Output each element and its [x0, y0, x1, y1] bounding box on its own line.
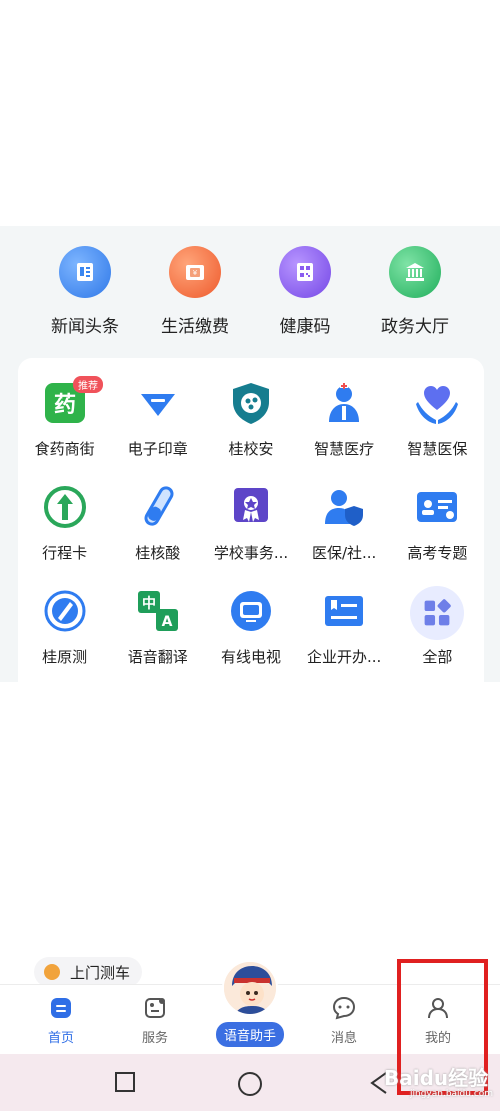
tab-messages-label: 消息 [330, 1031, 357, 1046]
school-shield-icon [226, 378, 276, 428]
quick-health-code-label: 健康码 [279, 317, 331, 337]
service-label: 语音翻译 [127, 648, 188, 666]
floating-tag-label: 上门测车 [70, 963, 131, 982]
service-school-safety[interactable]: 桂校安 [204, 378, 297, 482]
service-nucleic-test[interactable]: 桂核酸 [111, 482, 204, 586]
service-social-insurance[interactable]: 医保/社... [298, 482, 391, 586]
service-grid: 药 推荐 食药商街 电子印章 桂校安 智慧医疗 智慧医保 行程卡 桂核酸 学校事… [18, 376, 484, 690]
service-voice-translate[interactable]: 中A 语音翻译 [111, 586, 204, 690]
tab-service[interactable]: 服务 [115, 995, 195, 1046]
enterprise-icon [319, 586, 369, 636]
measure-icon [40, 586, 90, 636]
voice-assistant-button[interactable]: 语音助手 [211, 960, 289, 1050]
chat-bubble-icon [332, 996, 356, 1020]
quick-life-payment[interactable]: ¥ 生活缴费 [140, 246, 250, 346]
recent-apps-icon[interactable] [114, 1071, 136, 1093]
qrcode-icon [279, 246, 331, 298]
service-trip-card[interactable]: 行程卡 [18, 482, 111, 586]
service-e-seal[interactable]: 电子印章 [111, 378, 204, 482]
service-label: 学校事务... [213, 544, 289, 562]
assistant-character-icon [224, 962, 276, 1014]
news-icon [59, 246, 111, 298]
seal-icon [133, 378, 183, 428]
quick-access-row: 新闻头条 ¥ 生活缴费 健康码 政务大厅 [0, 246, 500, 346]
service-cable-tv[interactable]: 有线电视 [204, 586, 297, 690]
quick-news-label: 新闻头条 [51, 317, 119, 337]
school-badge-icon [226, 482, 276, 532]
service-measure[interactable]: 桂原测 [18, 586, 111, 690]
home-icon [51, 998, 71, 1018]
svg-text:药: 药 [54, 393, 76, 418]
quick-health-code[interactable]: 健康码 [250, 246, 360, 346]
service-school-affairs[interactable]: 学校事务... [204, 482, 297, 586]
service-label: 企业开办... [307, 648, 382, 666]
tab-home-label: 首页 [47, 1031, 74, 1046]
service-gaokao[interactable]: 高考专题 [391, 482, 484, 586]
doctor-icon [319, 378, 369, 428]
service-grid-card: 药 推荐 食药商街 电子印章 桂校安 智慧医疗 智慧医保 行程卡 桂核酸 学校事… [18, 358, 484, 698]
service-food-drug[interactable]: 药 推荐 食药商街 [18, 376, 111, 482]
tab-service-label: 服务 [141, 1031, 168, 1046]
service-smart-medical[interactable]: 智慧医疗 [298, 378, 391, 482]
quick-government-hall[interactable]: 政务大厅 [360, 246, 470, 346]
translate-glyph-en: A [161, 614, 172, 630]
service-label: 高考专题 [407, 544, 468, 562]
service-label: 医保/社... [311, 544, 377, 562]
assistant-avatar [222, 960, 278, 1016]
services-panel: 新闻头条 ¥ 生活缴费 健康码 政务大厅 药 推荐 食药商街 电子印章 桂校安 … [0, 226, 500, 698]
svg-text:¥: ¥ [193, 269, 198, 277]
translate-icon: 中A [133, 586, 183, 636]
voice-assistant-label: 语音助手 [215, 1022, 284, 1047]
user-shield-icon [319, 482, 369, 532]
translate-glyph-zh: 中 [142, 595, 156, 612]
service-label: 电子印章 [127, 440, 188, 458]
home-button-icon[interactable] [237, 1071, 263, 1097]
service-label: 桂核酸 [135, 544, 181, 562]
service-smart-insurance[interactable]: 智慧医保 [391, 378, 484, 482]
quick-life-payment-label: 生活缴费 [161, 317, 229, 337]
service-label: 行程卡 [42, 544, 88, 562]
coin-icon [44, 964, 60, 980]
service-enterprise[interactable]: 企业开办... [298, 586, 391, 690]
recommend-badge: 推荐 [73, 376, 103, 393]
service-label: 桂原测 [42, 648, 88, 666]
id-card-icon [412, 482, 462, 532]
app-screen: 新闻头条 ¥ 生活缴费 健康码 政务大厅 药 推荐 食药商街 电子印章 桂校安 … [0, 0, 500, 1111]
service-label: 有线电视 [220, 648, 281, 666]
service-label: 智慧医疗 [314, 440, 375, 458]
service-icon [145, 998, 165, 1018]
all-apps-icon [410, 586, 465, 640]
tab-messages[interactable]: 消息 [304, 995, 384, 1046]
tab-home[interactable]: 首页 [21, 995, 101, 1046]
watermark-text: Baidu经验 [384, 1066, 489, 1090]
service-all[interactable]: 全部 [391, 586, 484, 690]
quick-news[interactable]: 新闻头条 [30, 246, 140, 346]
quick-government-hall-label: 政务大厅 [381, 317, 449, 337]
government-building-icon [389, 246, 441, 298]
floating-tag[interactable]: 上门测车 [34, 957, 143, 987]
tv-icon [226, 586, 276, 636]
service-label: 食药商街 [34, 440, 95, 458]
wallet-icon: ¥ [169, 246, 221, 298]
trip-card-icon [40, 482, 90, 532]
service-label: 桂校安 [228, 440, 274, 458]
service-label: 智慧医保 [407, 440, 468, 458]
service-label: 全部 [422, 648, 453, 666]
test-tube-icon [133, 482, 183, 532]
hands-heart-icon [412, 378, 462, 428]
watermark-subtext: jingyan.baidu.com [410, 1089, 494, 1099]
